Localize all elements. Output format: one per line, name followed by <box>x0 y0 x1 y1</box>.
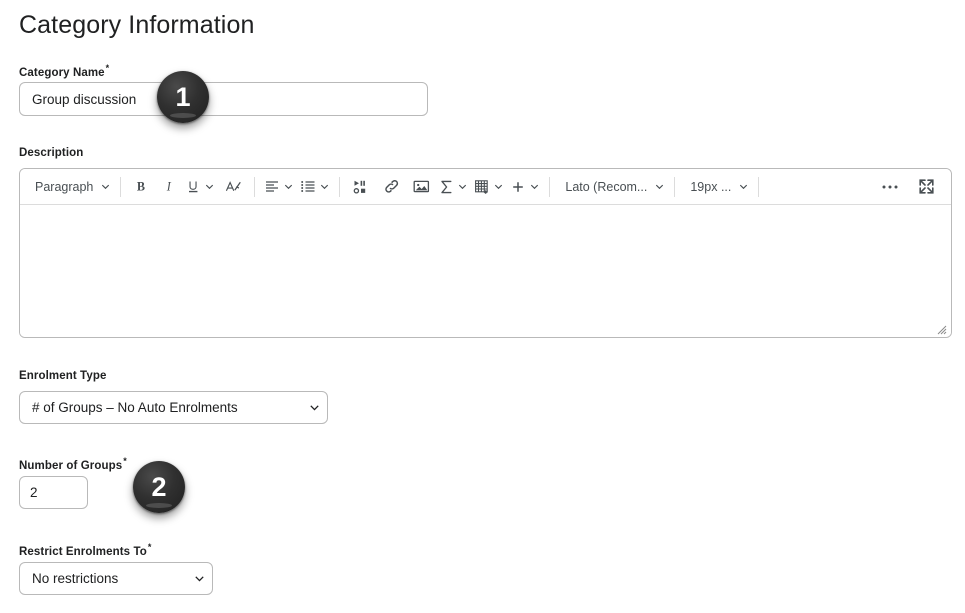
italic-button[interactable]: I <box>155 174 183 200</box>
annotation-badge-1: 1 <box>157 71 209 123</box>
insert-stuff-icon <box>353 179 369 195</box>
paragraph-format-dropdown[interactable]: Paragraph <box>26 174 114 200</box>
number-of-groups-label: Number of Groups* <box>19 454 127 473</box>
chevron-down-icon <box>454 174 470 200</box>
category-information-page: Category Information Category Name* Desc… <box>0 0 965 613</box>
description-label: Description <box>19 146 83 160</box>
toolbar-divider <box>254 176 256 197</box>
underline-icon <box>186 179 201 194</box>
insert-link-button[interactable] <box>376 174 406 200</box>
required-marker: * <box>147 542 152 552</box>
font-size-dropdown[interactable]: 19px ... <box>681 174 752 200</box>
list-dropdown[interactable] <box>297 174 333 200</box>
chevron-down-icon <box>316 174 332 200</box>
fullscreen-icon <box>918 178 935 195</box>
restrict-enrolments-label: Restrict Enrolments To* <box>19 540 151 559</box>
chevron-down-icon <box>651 174 667 200</box>
editor-toolbar: Paragraph B I Lato (Recom... 19px ... <box>20 169 951 205</box>
description-label-text: Description <box>19 147 84 159</box>
bulleted-list-icon <box>300 179 316 194</box>
toolbar-divider <box>120 176 122 197</box>
chevron-down-icon <box>97 174 113 200</box>
chevron-down-icon <box>490 174 506 200</box>
chevron-down-icon <box>526 174 542 200</box>
number-of-groups-input[interactable] <box>19 476 88 509</box>
category-name-label: Category Name* <box>19 61 109 80</box>
bold-icon: B <box>134 179 149 194</box>
text-style-button[interactable] <box>218 174 248 200</box>
font-family-label: Lato (Recom... <box>565 179 648 194</box>
editor-resize-handle[interactable] <box>935 322 947 335</box>
enrolment-type-value: # of Groups – No Auto Enrolments <box>32 400 238 415</box>
ellipsis-icon <box>881 184 899 190</box>
restrict-enrolments-select[interactable]: No restrictions <box>19 562 213 595</box>
chevron-down-icon <box>301 401 327 414</box>
svg-text:B: B <box>137 180 145 194</box>
fullscreen-button[interactable] <box>911 174 941 200</box>
insert-image-button[interactable] <box>406 174 436 200</box>
required-marker: * <box>105 63 110 73</box>
toolbar-divider <box>674 176 676 197</box>
sigma-icon <box>439 179 454 195</box>
bold-button[interactable]: B <box>127 174 155 200</box>
underline-dropdown[interactable] <box>183 174 218 200</box>
more-options-button[interactable] <box>875 174 905 200</box>
align-left-icon <box>264 179 280 194</box>
font-size-label: 19px ... <box>690 179 732 194</box>
number-of-groups-label-text: Number of Groups <box>19 459 123 472</box>
table-dropdown[interactable] <box>471 174 507 200</box>
page-title: Category Information <box>19 11 255 39</box>
font-family-dropdown[interactable]: Lato (Recom... <box>556 174 668 200</box>
restrict-enrolments-value: No restrictions <box>32 571 119 586</box>
description-editor-body[interactable] <box>20 205 951 337</box>
chevron-down-icon <box>735 174 751 200</box>
annotation-badge-2: 2 <box>133 461 185 513</box>
category-name-input[interactable] <box>19 82 428 116</box>
category-name-label-text: Category Name <box>19 66 105 79</box>
insert-media-button[interactable] <box>346 174 376 200</box>
required-marker: * <box>123 456 127 466</box>
chevron-down-icon <box>201 174 217 200</box>
chevron-down-icon <box>280 174 296 200</box>
restrict-enrolments-label-text: Restrict Enrolments To <box>19 545 147 558</box>
image-icon <box>413 179 430 194</box>
align-dropdown[interactable] <box>261 174 297 200</box>
svg-text:I: I <box>166 180 172 194</box>
toolbar-divider <box>549 176 551 197</box>
link-icon <box>383 178 400 195</box>
enrolment-type-label: Enrolment Type <box>19 369 106 383</box>
text-style-icon <box>225 179 242 195</box>
equation-dropdown[interactable] <box>436 174 471 200</box>
chevron-down-icon <box>186 572 212 585</box>
table-icon <box>474 179 490 195</box>
toolbar-divider <box>758 176 760 197</box>
enrolment-type-select[interactable]: # of Groups – No Auto Enrolments <box>19 391 328 424</box>
paragraph-format-label: Paragraph <box>35 179 94 194</box>
toolbar-divider <box>339 176 341 197</box>
insert-dropdown[interactable] <box>507 174 543 200</box>
enrolment-type-label-text: Enrolment Type <box>19 370 107 382</box>
italic-icon: I <box>162 179 177 194</box>
plus-icon <box>510 179 526 195</box>
description-editor: Paragraph B I Lato (Recom... 19px ... <box>19 168 952 338</box>
